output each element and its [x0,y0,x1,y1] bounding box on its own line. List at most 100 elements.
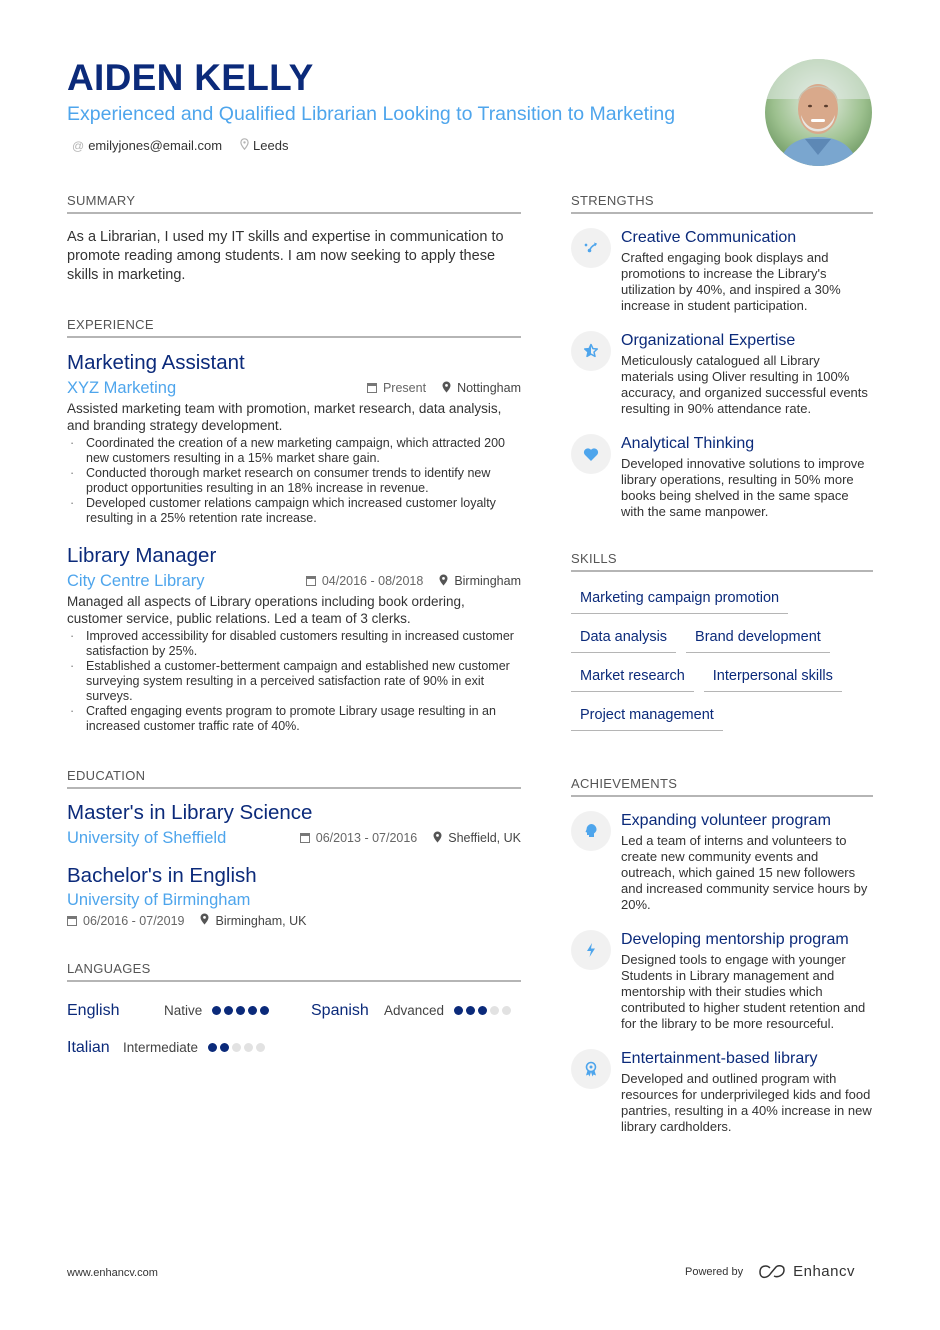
job-description: Assisted marketing team with promotion, … [67,401,502,433]
achievement-description: Led a team of interns and volunteers to … [621,833,868,912]
job-bullet: Conducted thorough market research on co… [67,466,521,496]
edu-dates: 06/2016 - 07/2019 [83,913,185,928]
section-title-languages: LANGUAGES [67,961,521,982]
candidate-headline: Experienced and Qualified Librarian Look… [67,103,676,125]
map-pin-icon [240,138,249,153]
section-title-achievements: ACHIEVEMENTS [571,776,873,797]
achievements-section: ACHIEVEMENTS Expanding volunteer program… [571,776,873,1135]
calendar-icon [366,383,377,393]
lightning-icon [571,930,611,970]
language-rating [212,1006,270,1015]
section-title-strengths: STRENGTHS [571,193,873,214]
experience-item: Marketing Assistant XYZ Marketing Presen… [67,350,521,526]
skill-tag: Data analysis [571,623,677,653]
strength-description: Developed innovative solutions to improv… [621,456,865,519]
rating-dot-filled [260,1006,270,1015]
language-level: Intermediate [123,1040,199,1055]
email-text: emilyjones@email.com [88,138,223,153]
achievement-item: Expanding volunteer program Led a team o… [571,811,873,913]
rating-dot-empty [502,1006,512,1015]
rating-dot-empty [256,1043,266,1052]
rating-dot-filled [454,1006,464,1015]
strength-item: Analytical Thinking Developed innovative… [571,434,873,520]
enhancv-logo-icon [759,1264,785,1278]
skill-tag: Interpersonal skills [703,662,842,692]
section-title-education: EDUCATION [67,768,521,789]
brand-name: Enhancv [793,1263,855,1280]
skills-section: SKILLS Marketing campaign promotion Data… [571,551,873,740]
strength-title: Creative Communication [621,229,797,246]
experience-item: Library Manager City Centre Library 04/2… [67,543,521,734]
strength-description: Crafted engaging book displays and promo… [621,250,841,313]
contact-location: Leeds [240,138,288,153]
map-pin-icon [200,913,209,928]
job-location: Birmingham [454,574,521,588]
award-icon [571,1049,611,1089]
skill-tag: Marketing campaign promotion [571,584,789,614]
calendar-icon [305,576,316,586]
rating-dot-filled [248,1006,258,1015]
strength-item: Organizational Expertise Meticulously ca… [571,331,873,417]
school-name: University of Birmingham [67,891,251,909]
edu-dates: 06/2013 - 07/2016 [315,831,418,845]
language-rating [454,1006,512,1015]
job-bullets: Coordinated the creation of a new market… [67,436,521,526]
job-location: Nottingham [457,381,521,395]
education-section: EDUCATION Master's in Library Science Un… [67,768,521,928]
achievement-title: Expanding volunteer program [621,812,831,829]
languages-section: LANGUAGES English Native Spanish Advance… [67,961,521,1066]
job-bullets: Improved accessibility for disabled cust… [67,629,521,734]
achievement-description: Developed and outlined program with reso… [621,1071,872,1134]
degree-title: Bachelor's in English [67,864,257,887]
strength-description: Meticulously catalogued all Library mate… [621,353,868,416]
skill-tag: Brand development [686,623,830,653]
strengths-section: STRENGTHS Creative Communication Crafted… [571,193,873,520]
strength-title: Analytical Thinking [621,435,755,452]
head-idea-icon [571,811,611,851]
heart-icon [571,434,611,474]
achievement-item: Developing mentorship program Designed t… [571,930,873,1032]
job-bullet: Improved accessibility for disabled cust… [67,629,521,659]
language-rating [208,1043,266,1052]
rating-dot-filled [220,1043,230,1052]
language-item: Italian Intermediate [67,1039,266,1057]
job-title: Marketing Assistant [67,351,245,374]
job-bullet: Coordinated the creation of a new market… [67,436,521,466]
contact-info: @ emilyjones@email.com Leeds [72,138,288,153]
rating-dot-filled [224,1006,234,1015]
map-pin-icon [442,381,451,396]
profile-photo [765,59,872,166]
powered-by-label: Powered by [685,1265,744,1278]
edu-location: Sheffield, UK [448,831,521,845]
footer-website-link[interactable]: www.enhancv.com [67,1267,158,1279]
job-description: Managed all aspects of Library operation… [67,594,465,626]
language-item: English Native [67,1002,311,1020]
map-pin-icon [439,574,448,589]
language-item: Spanish Advanced [311,1001,512,1020]
calendar-icon [67,915,77,926]
contact-email[interactable]: @ emilyjones@email.com [72,138,222,153]
skills-list: Marketing campaign promotion Data analys… [571,584,873,740]
achievement-item: Entertainment-based library Developed an… [571,1049,873,1135]
summary-text: As a Librarian, I used my IT skills and … [67,229,504,283]
language-name: Spanish [311,1001,369,1019]
rating-dot-empty [490,1006,500,1015]
job-dates: 04/2016 - 08/2018 [321,574,424,588]
rating-dot-filled [236,1006,246,1015]
achievement-title: Entertainment-based library [621,1050,818,1067]
skill-tag: Project management [571,701,723,731]
skill-tag: Market research [571,662,694,692]
job-dates: Present [382,381,427,395]
job-bullet: Established a customer-betterment campai… [67,659,521,704]
left-column: SUMMARY As a Librarian, I used my IT ski… [67,193,521,1066]
achievement-description: Designed tools to engage with younger St… [621,952,866,1031]
language-level: Native [164,1003,203,1018]
right-column: STRENGTHS Creative Communication Crafted… [571,193,873,1135]
location-text: Leeds [253,138,289,153]
job-bullet: Developed customer relations campaign wh… [67,496,521,526]
section-title-summary: SUMMARY [67,193,521,214]
company-name: XYZ Marketing [67,379,177,397]
enhancv-logo[interactable]: Enhancv [757,1263,855,1280]
school-name: University of Sheffield [67,829,227,847]
rating-dot-filled [466,1006,476,1015]
